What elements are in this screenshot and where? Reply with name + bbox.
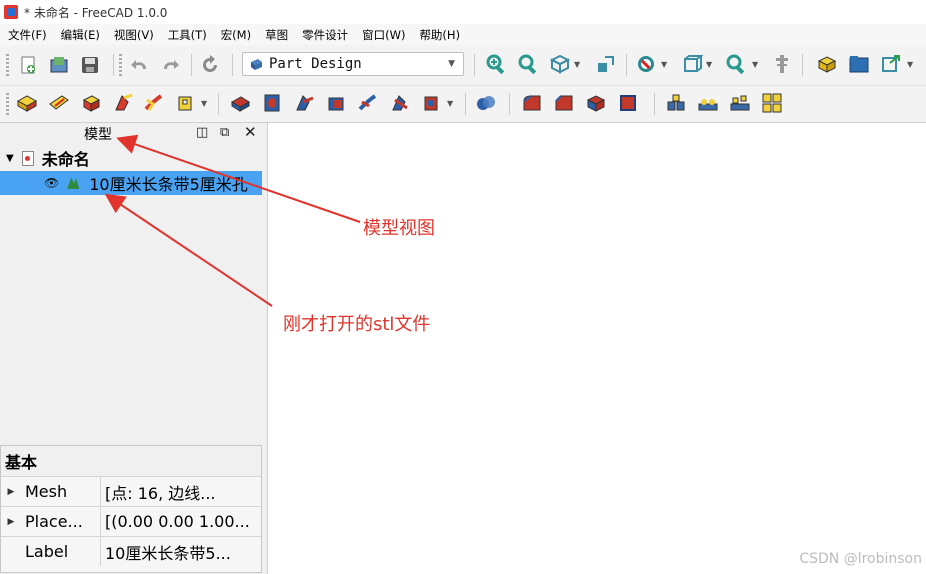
annotation-stl-file: 刚才打开的stl文件: [283, 314, 431, 335]
watermark: CSDN @lrobinson: [799, 551, 922, 567]
annotation-model-view: 模型视图: [363, 218, 435, 239]
arrow-to-stl-item: [104, 193, 273, 307]
annotation-arrows: [104, 134, 361, 307]
arrow-to-panel-title: [116, 134, 361, 223]
